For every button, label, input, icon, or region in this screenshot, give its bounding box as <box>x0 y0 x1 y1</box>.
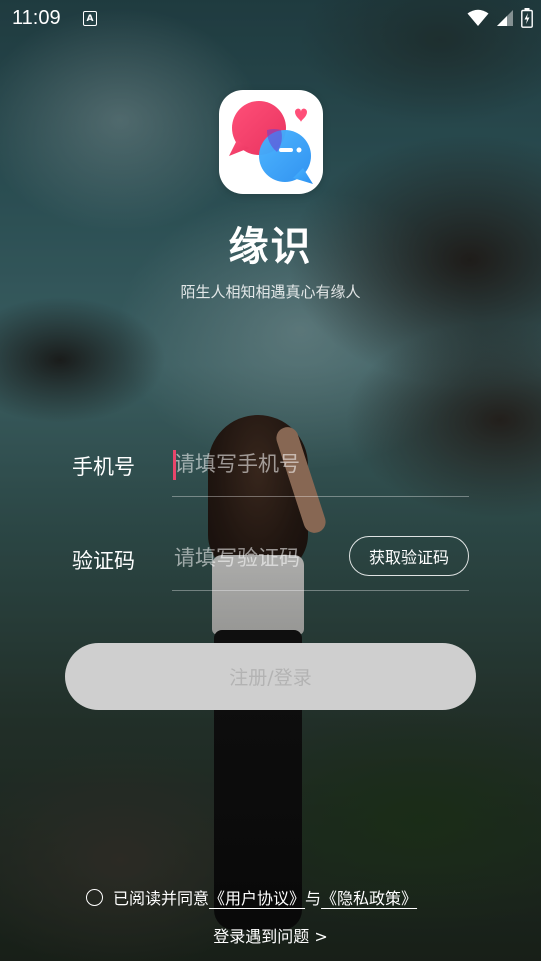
app-slogan: 陌生人相知相遇真心有缘人 <box>180 283 361 301</box>
get-code-button[interactable]: 获取验证码 <box>349 536 469 576</box>
agreement-and: 与 <box>305 889 322 908</box>
status-bar: 11:09 A <box>0 0 541 36</box>
text-caret <box>173 450 176 480</box>
phone-row: 手机号 <box>72 437 469 497</box>
phone-label: 手机号 <box>72 455 135 479</box>
signal-icon <box>497 10 513 26</box>
agreement-prefix: 已阅读并同意 <box>113 889 210 908</box>
register-login-button[interactable]: 注册/登录 <box>65 643 476 710</box>
app-name: 缘识 <box>228 224 313 270</box>
code-label: 验证码 <box>72 549 135 573</box>
code-underline <box>172 590 469 591</box>
battery-icon <box>521 8 533 28</box>
login-help-link[interactable]: 登录遇到问题 > <box>0 923 541 947</box>
notification-icon: A <box>83 11 97 26</box>
chat-bubbles-icon <box>229 101 313 184</box>
status-time: 11:09 <box>12 7 61 29</box>
wifi-icon <box>467 9 489 26</box>
code-row: 验证码 获取验证码 <box>72 531 469 591</box>
status-icons <box>467 8 533 28</box>
user-agreement-link[interactable]: 《用户协议》 <box>209 885 305 909</box>
phone-underline <box>172 496 469 497</box>
agreement-row: 已阅读并同意 《用户协议》 与 《隐私政策》 <box>86 885 417 909</box>
code-input[interactable] <box>174 539 334 577</box>
phone-input[interactable] <box>174 445 334 483</box>
agreement-checkbox[interactable] <box>86 888 103 906</box>
app-logo <box>219 90 323 194</box>
privacy-policy-link[interactable]: 《隐私政策》 <box>321 885 417 909</box>
